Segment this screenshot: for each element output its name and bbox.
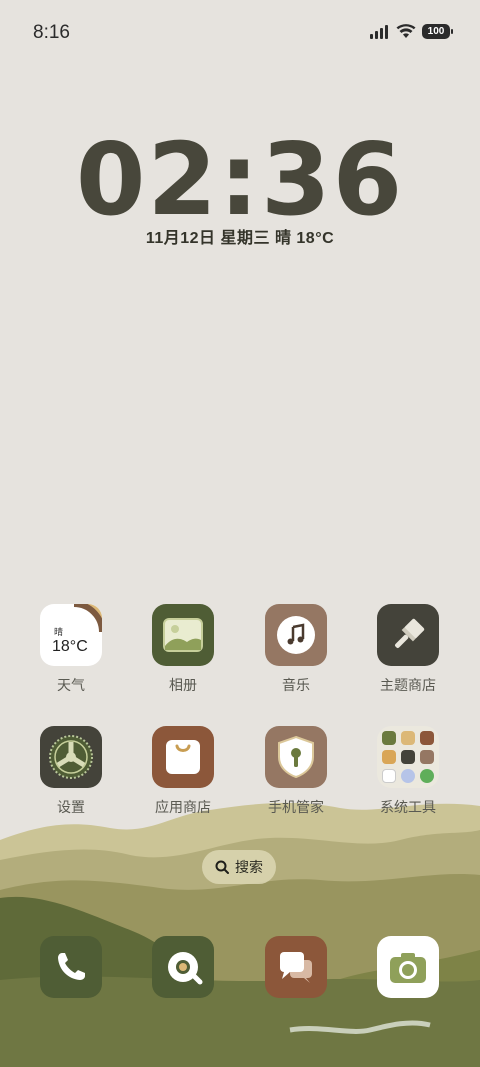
- camera-app-icon: [377, 936, 439, 998]
- mini-app-icon: [420, 731, 434, 745]
- app-weather[interactable]: 晴 18°C 天气: [16, 604, 126, 695]
- music-note-icon: [277, 616, 315, 654]
- weather-icon: 晴 18°C: [40, 604, 102, 666]
- mini-app-icon: [401, 750, 415, 764]
- signal-icon: [370, 24, 388, 39]
- app-theme-store[interactable]: 主题商店: [353, 604, 463, 695]
- battery-level: 100: [427, 26, 445, 37]
- settings-app-icon: [40, 726, 102, 788]
- picture-icon: [163, 618, 203, 652]
- mini-app-icon: [382, 731, 396, 745]
- folder-system-tools[interactable]: 系统工具: [353, 726, 463, 817]
- shopping-bag-icon: [166, 740, 200, 774]
- app-app-store[interactable]: 应用商店: [128, 726, 238, 817]
- app-label: 应用商店: [155, 799, 211, 815]
- app-label: 系统工具: [380, 799, 436, 815]
- app-music[interactable]: 音乐: [241, 604, 351, 695]
- browser-app-icon: [152, 936, 214, 998]
- messages-app-icon: [265, 936, 327, 998]
- music-app-icon: [265, 604, 327, 666]
- status-bar: 8:16 100: [0, 0, 480, 68]
- shield-icon: [278, 735, 314, 779]
- paintbrush-icon: [395, 618, 425, 648]
- clock-date: 11月12日 星期三 晴 18°C: [145, 230, 335, 247]
- status-icons: 100: [370, 24, 453, 39]
- phone-icon: [58, 953, 85, 980]
- search-label: 搜索: [235, 859, 263, 875]
- phone-app-icon: [40, 936, 102, 998]
- folder-preview: [377, 726, 439, 788]
- app-label: 设置: [57, 799, 85, 815]
- app-gallery[interactable]: 相册: [128, 604, 238, 695]
- wifi-icon: [396, 24, 416, 38]
- mini-app-icon: [420, 769, 434, 783]
- clock-widget[interactable]: 02:36 11月12日 星期三 晴 18°C: [0, 130, 480, 248]
- app-label: 相册: [169, 677, 197, 693]
- mini-app-icon: [420, 750, 434, 764]
- weather-sun-arc: [73, 604, 102, 633]
- mini-app-icon: [401, 731, 415, 745]
- weather-condition: 晴: [54, 627, 64, 637]
- browser-icon: [168, 952, 203, 985]
- app-label: 手机管家: [268, 799, 324, 815]
- search-button[interactable]: 搜索: [202, 850, 276, 884]
- app-label: 音乐: [282, 677, 310, 693]
- status-time: 8:16: [33, 22, 70, 43]
- clock-time: 02:36: [75, 121, 405, 238]
- dock-phone[interactable]: [16, 936, 126, 998]
- phone-manager-icon: [265, 726, 327, 788]
- search-icon: [215, 860, 229, 874]
- wallpaper-landscape: [0, 802, 480, 1067]
- app-settings[interactable]: 设置: [16, 726, 126, 817]
- battery-indicator: 100: [422, 24, 453, 39]
- theme-store-icon: [377, 604, 439, 666]
- gear-icon: [49, 735, 93, 779]
- app-store-icon: [152, 726, 214, 788]
- dock-camera[interactable]: [353, 936, 463, 998]
- app-phone-manager[interactable]: 手机管家: [241, 726, 351, 817]
- mini-app-icon: [382, 769, 396, 783]
- mini-app-icon: [401, 769, 415, 783]
- folder-icon: [377, 726, 439, 788]
- app-label: 主题商店: [380, 677, 436, 693]
- dock-messages[interactable]: [241, 936, 351, 998]
- app-label: 天气: [57, 677, 85, 693]
- camera-icon: [390, 953, 426, 983]
- dock-browser[interactable]: [128, 936, 238, 998]
- mini-app-icon: [382, 750, 396, 764]
- gallery-icon: [152, 604, 214, 666]
- weather-temp: 18°C: [52, 638, 88, 655]
- chat-bubble-icon: [280, 952, 312, 983]
